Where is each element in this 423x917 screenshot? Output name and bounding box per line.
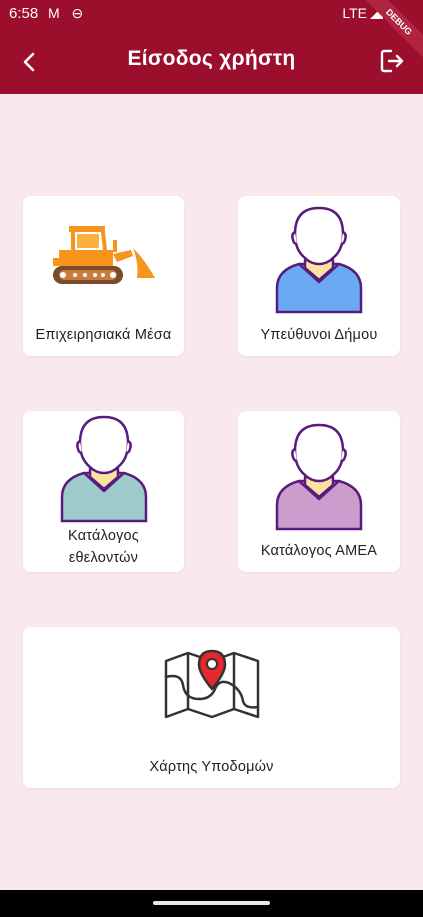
card-label: Χάρτης Υποδομών (149, 759, 274, 775)
bulldozer-icon (53, 226, 155, 284)
logout-icon (380, 49, 404, 73)
home-indicator[interactable] (153, 901, 270, 905)
card-disabled-list[interactable]: Κατάλογος ΑΜΕΑ (238, 411, 400, 572)
card-label: Κατάλογος ΑΜΕΑ (260, 543, 378, 559)
card-label: Επιχειρησιακά Μέσα (35, 327, 172, 343)
app-bar: 6:58 M ⊖ LTE DEBUG Είσοδος χρήστη (0, 0, 423, 94)
card-infrastructure-map[interactable]: Χάρτης Υποδομών (23, 627, 400, 788)
map-pin-icon (164, 649, 260, 719)
card-label-line-2: εθελοντών (68, 550, 139, 566)
card-volunteers-list[interactable]: Κατάλογος εθελοντών (23, 411, 184, 572)
network-label: LTE (342, 5, 367, 21)
system-navigation-bar (0, 890, 423, 917)
status-bar: 6:58 M ⊖ LTE (0, 0, 423, 28)
card-label-line-1: Κατάλογος (68, 528, 139, 544)
person-purple-icon (275, 423, 363, 531)
logout-button[interactable] (377, 46, 407, 76)
person-teal-icon (60, 415, 148, 523)
card-label: Υπεύθυνοι Δήμου (260, 327, 378, 343)
notification-icons: M ⊖ (48, 5, 88, 21)
card-municipality-officials[interactable]: Υπεύθυνοι Δήμου (238, 196, 400, 356)
status-time: 6:58 (9, 5, 39, 22)
person-blue-icon (275, 206, 363, 314)
card-operational-equipment[interactable]: Επιχειρησιακά Μέσα (23, 196, 184, 356)
page-title: Είσοδος χρήστη (127, 47, 296, 70)
